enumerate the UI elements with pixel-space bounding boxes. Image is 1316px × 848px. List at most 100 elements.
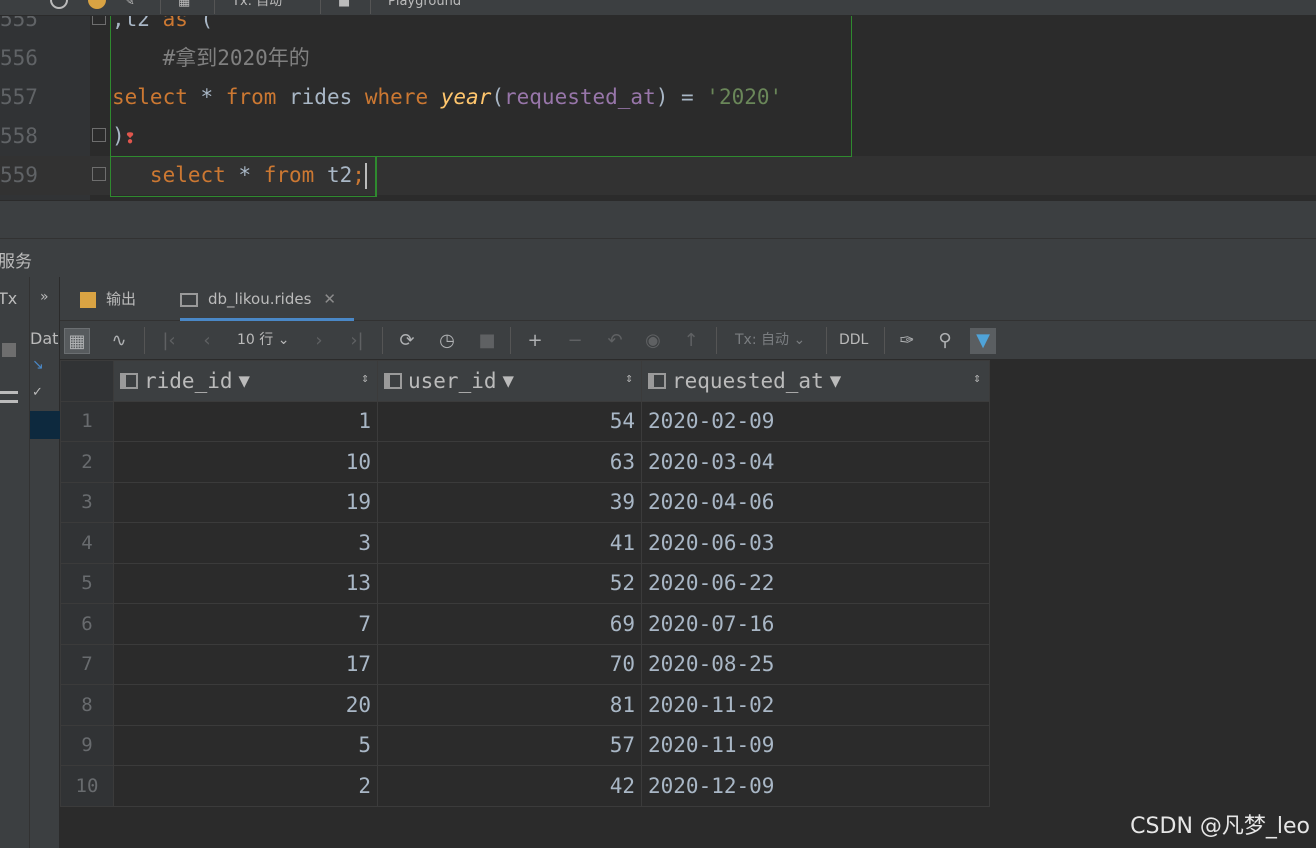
filter-view-icon[interactable]: ▼ xyxy=(970,328,996,354)
cell-ride-id[interactable]: 3 xyxy=(113,522,378,564)
tab-table-label: db_likou.rides xyxy=(208,290,312,308)
cell-user-id[interactable]: 69 xyxy=(377,603,642,645)
cell-ride-id[interactable]: 2 xyxy=(113,765,378,807)
pin-icon[interactable]: ✑ xyxy=(894,328,920,354)
cell-user-id[interactable]: 81 xyxy=(377,684,642,726)
services-tree-strip: Tx xyxy=(0,277,30,848)
cell-user-id[interactable]: 70 xyxy=(377,643,642,685)
cell-requested-at[interactable]: 2020-02-09 xyxy=(641,400,990,442)
stop-icon[interactable] xyxy=(50,0,68,9)
history-icon[interactable]: ◷ xyxy=(434,328,460,354)
cell-requested-at[interactable]: 2020-07-16 xyxy=(641,603,990,645)
tree-item-selected[interactable] xyxy=(30,411,60,439)
filter-icon[interactable]: ▼ xyxy=(830,370,841,392)
revert-icon[interactable]: ↶ xyxy=(602,328,628,354)
cell-ride-id[interactable]: 5 xyxy=(113,724,378,766)
submit-icon[interactable]: ↑ xyxy=(678,328,704,354)
add-row-icon[interactable]: + xyxy=(522,328,548,354)
first-page-icon[interactable]: |‹ xyxy=(156,328,182,354)
table-view-icon[interactable]: ▦ xyxy=(64,328,90,354)
table-row[interactable]: 8 20 81 2020-11-02 xyxy=(60,684,990,726)
wrench-icon[interactable]: ✎ xyxy=(124,0,135,12)
table-row[interactable]: 4 3 41 2020-06-03 xyxy=(60,522,990,564)
cell-requested-at[interactable]: 2020-04-06 xyxy=(641,481,990,523)
chart-view-icon[interactable]: ∿ xyxy=(106,328,132,354)
fold-icon[interactable] xyxy=(92,167,106,181)
table-row[interactable]: 7 17 70 2020-08-25 xyxy=(60,643,990,685)
page-size-dropdown[interactable]: 10 行 ⌄ xyxy=(237,321,289,360)
table-row[interactable]: 2 10 63 2020-03-04 xyxy=(60,441,990,483)
cell-requested-at[interactable]: 2020-08-25 xyxy=(641,643,990,685)
cell-user-id[interactable]: 57 xyxy=(377,724,642,766)
cell-user-id[interactable]: 54 xyxy=(377,400,642,442)
table-icon[interactable]: ▦ xyxy=(178,0,190,12)
result-grid[interactable]: ride_id ▼ ⇕ user_id ▼ ⇕ requested_at ▼ ⇕ 11… xyxy=(60,360,1316,848)
cell-ride-id[interactable]: 1 xyxy=(113,400,378,442)
search-icon[interactable]: ⚲ xyxy=(932,328,958,354)
table-row[interactable]: 1 1 54 2020-02-09 xyxy=(60,400,990,442)
cell-user-id[interactable]: 39 xyxy=(377,481,642,523)
cell-requested-at[interactable]: 2020-06-03 xyxy=(641,522,990,564)
cell-ride-id[interactable]: 13 xyxy=(113,562,378,604)
preview-icon[interactable]: ◉ xyxy=(640,328,666,354)
table-row[interactable]: 10 2 42 2020-12-09 xyxy=(60,765,990,807)
stop-square-icon[interactable] xyxy=(2,343,16,357)
close-icon[interactable]: ✕ xyxy=(323,290,336,308)
tab-db-likou-rides[interactable]: db_likou.rides ✕ xyxy=(180,277,354,321)
editor-panel-splitter[interactable] xyxy=(0,200,1316,238)
cell-requested-at[interactable]: 2020-06-22 xyxy=(641,562,990,604)
table-row[interactable]: 3 19 39 2020-04-06 xyxy=(60,481,990,523)
chevron-down-icon: ⌄ xyxy=(277,332,290,348)
column-header-ride-id[interactable]: ride_id ▼ ⇕ xyxy=(113,360,378,402)
cell-ride-id[interactable]: 10 xyxy=(113,441,378,483)
tx-mode-dropdown[interactable]: Tx: 自动 xyxy=(232,0,282,12)
tx-mode-dropdown[interactable]: Tx: 自动 ⌄ xyxy=(735,321,805,360)
cell-user-id[interactable]: 42 xyxy=(377,765,642,807)
sort-icon[interactable]: ⇕ xyxy=(625,371,633,386)
tab-output-label: 输出 xyxy=(106,290,137,308)
cte-highlight-box xyxy=(110,16,852,157)
tx-label[interactable]: Tx xyxy=(0,289,17,308)
row-number-header xyxy=(60,360,114,402)
stop-square-icon[interactable]: ■ xyxy=(338,0,350,12)
table-row[interactable]: 9 5 57 2020-11-09 xyxy=(60,724,990,766)
expand-icon[interactable]: » xyxy=(40,289,49,305)
table-row[interactable]: 5 13 52 2020-06-22 xyxy=(60,562,990,604)
cell-user-id[interactable]: 63 xyxy=(377,441,642,483)
cell-requested-at[interactable]: 2020-12-09 xyxy=(641,765,990,807)
cell-user-id[interactable]: 52 xyxy=(377,562,642,604)
filter-icon[interactable]: ▼ xyxy=(503,370,514,392)
fold-icon[interactable] xyxy=(92,128,106,142)
stop-icon[interactable]: ■ xyxy=(474,328,500,354)
sort-icon[interactable]: ⇕ xyxy=(361,371,369,386)
layout-icon[interactable] xyxy=(0,391,18,403)
tab-output[interactable]: 输出 xyxy=(80,277,136,321)
row-number: 7 xyxy=(60,643,114,685)
cell-ride-id[interactable]: 17 xyxy=(113,643,378,685)
delete-row-icon[interactable]: − xyxy=(562,328,588,354)
cell-user-id[interactable]: 41 xyxy=(377,522,642,564)
top-toolbar: ✎ ▦ Tx: 自动 ■ Playground xyxy=(0,0,1316,16)
cell-requested-at[interactable]: 2020-11-09 xyxy=(641,724,990,766)
sql-editor[interactable]: 555 ,t2 as (556 #拿到2020年的 557 select * from… xyxy=(0,16,1316,200)
table-row[interactable]: 6 7 69 2020-07-16 xyxy=(60,603,990,645)
cell-ride-id[interactable]: 19 xyxy=(113,481,378,523)
query-highlight-box-tail xyxy=(375,156,377,197)
last-page-icon[interactable]: ›| xyxy=(344,328,370,354)
cell-requested-at[interactable]: 2020-11-02 xyxy=(641,684,990,726)
refresh-icon[interactable]: ⟳ xyxy=(394,328,420,354)
prev-page-icon[interactable]: ‹ xyxy=(194,328,220,354)
tree-item-dat[interactable]: Dat xyxy=(30,329,58,348)
filter-icon[interactable]: ▼ xyxy=(239,370,250,392)
sort-icon[interactable]: ⇕ xyxy=(973,371,981,386)
cell-ride-id[interactable]: 7 xyxy=(113,603,378,645)
fold-icon[interactable] xyxy=(92,16,106,25)
cell-requested-at[interactable]: 2020-03-04 xyxy=(641,441,990,483)
column-header-requested-at[interactable]: requested_at ▼ ⇕ xyxy=(641,360,990,402)
next-page-icon[interactable]: › xyxy=(306,328,332,354)
playground-dropdown[interactable]: Playground xyxy=(388,0,461,12)
cell-ride-id[interactable]: 20 xyxy=(113,684,378,726)
warning-icon[interactable] xyxy=(88,0,106,9)
ddl-button[interactable]: DDL xyxy=(839,321,868,360)
column-header-user-id[interactable]: user_id ▼ ⇕ xyxy=(377,360,642,402)
